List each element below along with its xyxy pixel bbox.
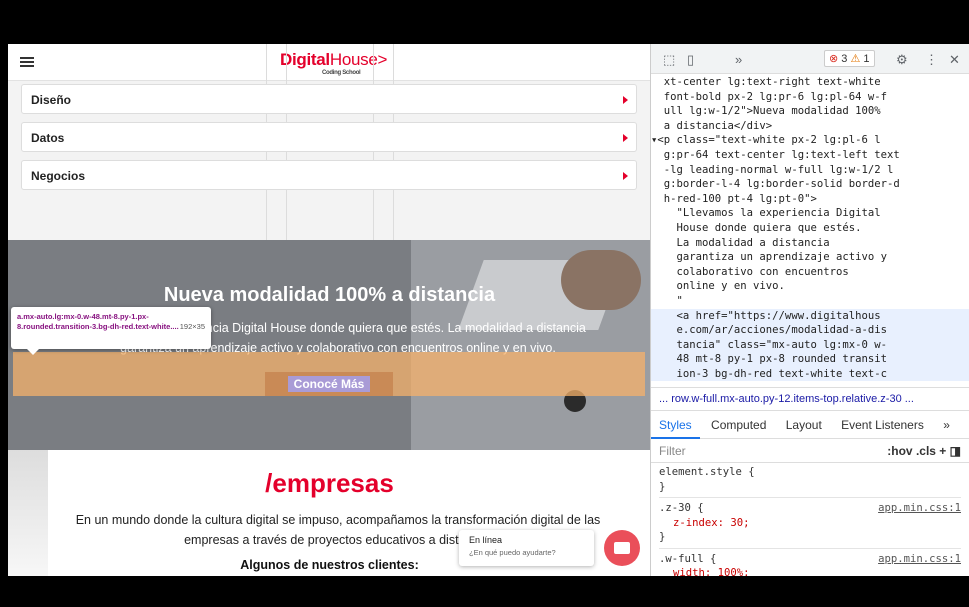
inspect-element-icon[interactable]: ⬚: [663, 52, 675, 68]
devtools-toolbar: ⬚ ▯ » ⊗ 3 ⚠ 1 ⚙ ⋮ ✕: [651, 44, 969, 74]
accordion-item-negocios[interactable]: Negocios: [21, 160, 637, 190]
tab-event-listeners[interactable]: Event Listeners: [833, 411, 932, 439]
accordion-item-diseno[interactable]: Diseño: [21, 84, 637, 114]
tab-more[interactable]: »: [935, 411, 958, 439]
empresas-title: /empresas: [265, 468, 394, 498]
dom-line[interactable]: tancia" class="mx-auto lg:mx-0 w-: [651, 337, 969, 353]
conoce-mas-button[interactable]: Conocé Más: [265, 372, 393, 396]
source-link[interactable]: app.min.css:1: [878, 552, 961, 567]
styles-rules[interactable]: element.style { } .z-30 { z-index: 30; }…: [651, 463, 969, 576]
more-tabs-icon[interactable]: »: [735, 52, 742, 67]
dom-line[interactable]: -lg leading-normal w-full lg:w-1/2 l: [651, 163, 969, 178]
close-icon[interactable]: ✕: [949, 52, 960, 68]
dom-line[interactable]: g:pr-64 text-center lg:text-left text: [651, 148, 969, 163]
program-accordion: Diseño Datos Negocios: [21, 84, 637, 198]
tab-computed[interactable]: Computed: [703, 411, 774, 439]
style-rule[interactable]: element.style { }: [659, 465, 961, 498]
styles-tabs: Styles Computed Layout Event Listeners »: [651, 411, 969, 439]
sidebar-toggle-icon[interactable]: ◨: [950, 444, 961, 458]
style-rule[interactable]: .w-full { width: 100%; app.min.css:1: [659, 552, 961, 577]
chevron-right-icon: [623, 172, 628, 180]
chat-icon[interactable]: [604, 530, 640, 566]
dom-line[interactable]: e.com/ar/acciones/modalidad-a-dis: [651, 323, 969, 338]
device-toggle-icon[interactable]: ▯: [687, 52, 694, 68]
dom-line[interactable]: xt-center lg:text-right text-white: [651, 75, 969, 90]
chevron-right-icon: [623, 96, 628, 104]
dom-line[interactable]: online y en vivo.: [651, 279, 969, 294]
dom-line[interactable]: ▾<p class="text-white px-2 lg:pl-6 l: [651, 133, 969, 148]
dom-line[interactable]: garantiza un aprendizaje activo y: [651, 250, 969, 265]
site-logo[interactable]: DigitalHouse> Coding School: [280, 50, 387, 76]
dom-line[interactable]: h-red-100 pt-4 lg:pt-0">: [651, 192, 969, 207]
inspect-tooltip: a.mx-auto.lg:mx-0.w-48.mt-8.py-1.px-8.ro…: [11, 307, 211, 355]
elements-dom-tree[interactable]: xt-center lg:text-right text-white font-…: [651, 75, 969, 387]
dom-line[interactable]: colaborativo con encuentros: [651, 265, 969, 280]
dom-line[interactable]: a distancia</div>: [651, 119, 969, 134]
browser-viewport: DigitalHouse> Coding School Diseño Datos…: [8, 44, 969, 576]
hero-title: Nueva modalidad 100% a distancia: [163, 284, 496, 306]
dom-line[interactable]: ull lg:w-1/2">Nueva modalidad 100%: [651, 104, 969, 119]
kebab-menu-icon[interactable]: ⋮: [925, 52, 938, 68]
dom-line[interactable]: <a href="https://www.digitalhous: [651, 308, 969, 324]
accordion-item-datos[interactable]: Datos: [21, 122, 637, 152]
dom-line[interactable]: La modalidad a distancia: [651, 236, 969, 251]
dom-line[interactable]: font-bold px-2 lg:pr-6 lg:pl-64 w-f: [651, 90, 969, 105]
styles-filter[interactable]: Filter :hov .cls + ◨: [651, 439, 969, 463]
website-pane: DigitalHouse> Coding School Diseño Datos…: [8, 44, 651, 576]
dom-line[interactable]: House donde quiera que estés.: [651, 221, 969, 236]
add-rule-button[interactable]: +: [939, 444, 946, 458]
issues-badge[interactable]: ⊗ 3 ⚠ 1: [824, 50, 875, 67]
dom-line[interactable]: ion-3 bg-dh-red text-white text-c: [651, 366, 969, 382]
chevron-right-icon: [623, 134, 628, 142]
tab-styles[interactable]: Styles: [651, 411, 700, 439]
dom-line[interactable]: "Llevamos la experiencia Digital: [651, 206, 969, 221]
dom-line[interactable]: 48 mt-8 py-1 px-8 rounded transit: [651, 352, 969, 367]
hov-toggle[interactable]: :hov: [887, 444, 912, 458]
dom-line[interactable]: ": [651, 294, 969, 309]
dom-line[interactable]: g:border-l-4 lg:border-solid border-d: [651, 177, 969, 192]
source-link[interactable]: app.min.css:1: [878, 501, 961, 516]
dom-breadcrumb[interactable]: ... row.w-full.mx-auto.py-12.items-top.r…: [651, 387, 969, 411]
style-rule[interactable]: .z-30 { z-index: 30; } app.min.css:1: [659, 501, 961, 549]
tab-layout[interactable]: Layout: [778, 411, 830, 439]
menu-icon[interactable]: [20, 57, 34, 67]
devtools-panel: ⬚ ▯ » ⊗ 3 ⚠ 1 ⚙ ⋮ ✕ xt-center lg:text-ri…: [651, 44, 969, 576]
chat-popup[interactable]: En línea ¿En qué puedo ayudarte?: [459, 530, 594, 566]
gear-icon[interactable]: ⚙: [896, 52, 908, 68]
site-header: DigitalHouse> Coding School: [8, 44, 650, 81]
cls-toggle[interactable]: .cls: [916, 444, 936, 458]
